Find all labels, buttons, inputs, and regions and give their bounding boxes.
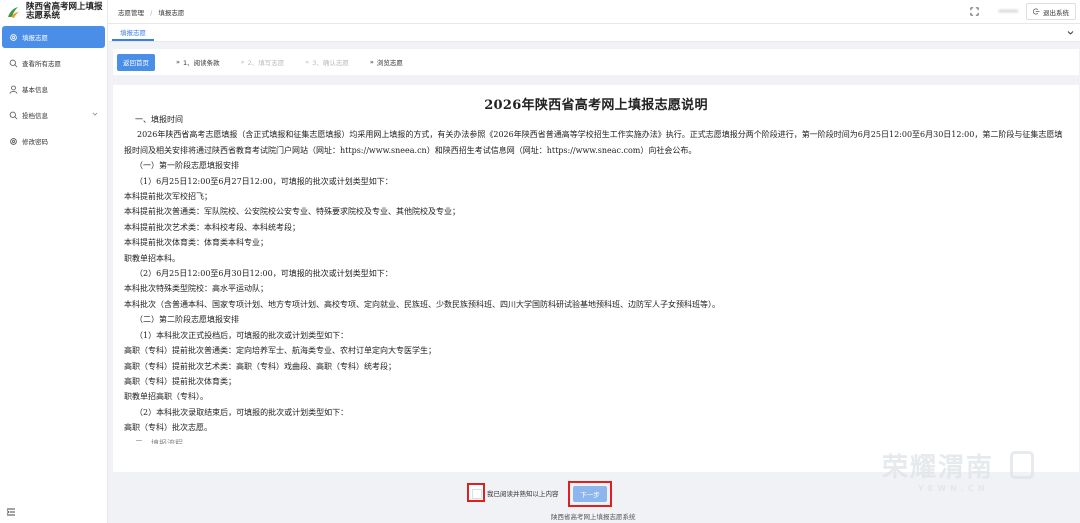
gear-icon (10, 33, 17, 41)
document-line-cut: 二、填报流程 (135, 438, 183, 444)
document-line: 2026年陕西省高考志愿填报（含正式填报和征集志愿填报）均采用网上填报的方式，有… (124, 130, 1063, 155)
document-line: 高职（专科）提前批次普通类：定向培养军士、航海类专业、农村订单定向大专医学生； (124, 346, 436, 356)
document-line: 本科提前批次体育类：体育类本科专业； (124, 238, 268, 248)
step-label: 浏览志愿 (376, 59, 403, 67)
watermark-url: YEWN.CN (918, 484, 989, 493)
step-confirm-volunteer: » 3、确认志愿 (305, 57, 349, 67)
document-line: 本科提前批次艺术类：本科校考段、本科统考段； (124, 222, 300, 232)
document-line: 本科提前批次普通类：军队院校、公安院校公安专业、特殊要求院校及专业、其他院校及专… (124, 207, 460, 217)
document-line: （1）本科批次正式投档后，可填报的批次或计划类型如下： (135, 330, 349, 340)
sidebar-item-basic-info[interactable]: 基本信息 (0, 78, 107, 100)
double-chevron-right-icon: » (176, 58, 180, 66)
gear-icon (10, 137, 17, 145)
app-logo: 陕西省高考网上填报志愿系统 (0, 0, 107, 24)
agree-checkbox[interactable] (467, 483, 485, 502)
double-chevron-right-icon: » (305, 58, 309, 66)
breadcrumb-separator: / (150, 8, 153, 17)
document-line: （1）6月25日12:00至6月27日12:00，可填报的批次或计划类型如下： (135, 176, 393, 186)
collapse-menu-icon[interactable] (6, 507, 16, 517)
search-icon (9, 59, 18, 67)
chevron-down-icon (92, 112, 98, 116)
breadcrumb: 志愿管理 / 填报志愿 (118, 7, 184, 17)
terms-document[interactable]: 2026年陕西省高考网上填报志愿说明 一、填报时间 2026年陕西省高考志愿填报（… (113, 85, 1079, 472)
watermark: 荣耀渭南 YEWN.CN (882, 447, 1042, 499)
agree-row: 我已阅读并熟知以上内容 (467, 483, 559, 502)
step-label: 3、确认志愿 (312, 59, 349, 67)
step-browse-volunteer: » 浏览志愿 (370, 57, 403, 67)
sidebar-nav: 填报志愿 查看所有志愿 基本信息 投档信息 修改密码 (0, 26, 107, 152)
sidebar-item-label: 修改密码 (22, 138, 48, 146)
document-line: （二）第二阶段志愿填报安排 (135, 315, 239, 325)
next-step-button[interactable]: 下一步 (573, 486, 607, 502)
double-chevron-right-icon: » (369, 58, 374, 66)
sidebar-item-label: 投档信息 (22, 112, 48, 120)
sidebar-item-change-password[interactable]: 修改密码 (0, 130, 107, 152)
document-title: 2026年陕西省高考网上填报志愿说明 (484, 98, 708, 113)
logout-button[interactable]: 退出系统 (1026, 3, 1076, 20)
user-icon (9, 85, 18, 94)
document-line: （一）第一阶段志愿填报安排 (135, 161, 239, 171)
document-line: （2）6月25日12:00至6月30日12:00，可填报的批次或计划类型如下： (135, 269, 393, 279)
breadcrumb-item-current: 填报志愿 (158, 8, 185, 17)
tab-bar: 填报志愿 (108, 24, 1080, 42)
document-line: （2）本科批次录取结束后，可填报的批次或计划类型如下： (135, 407, 349, 417)
logout-icon (1033, 8, 1040, 15)
document-line: 本科提前批次军校招飞； (124, 192, 212, 202)
next-button-highlight: 下一步 (568, 481, 612, 507)
watermark-logo-icon (1010, 451, 1034, 479)
document-line: 本科批次特殊类型院校：高水平运动队； (124, 284, 268, 294)
back-home-button[interactable]: 返回首页 (117, 53, 155, 71)
document-line: 职教单招高职（专科）。 (124, 392, 208, 402)
sidebar-item-admission-info[interactable]: 投档信息 (0, 104, 107, 126)
document-line: 职教单招本科。 (124, 253, 180, 263)
double-chevron-right-icon: » (240, 58, 245, 66)
header-actions: ****** 退出系统 (969, 3, 1076, 20)
logout-label: 退出系统 (1043, 8, 1069, 17)
sidebar-item-label: 基本信息 (22, 86, 48, 94)
steps-bar: 返回首页 » 1、阅读条款 » 2、填写志愿 » 3、确认志愿 » 浏览志愿 (113, 49, 1079, 75)
document-line: 高职（专科）提前批次艺术类：高职（专科）戏曲段、高职（专科）统考段； (124, 361, 396, 371)
step-read-terms: » 1、阅读条款 (176, 57, 220, 67)
logo-icon (8, 7, 19, 18)
agree-label[interactable]: 我已阅读并熟知以上内容 (487, 488, 559, 498)
document-line: 高职（专科）批次志愿。 (124, 423, 212, 433)
document-line: 本科批次（含普通本科、国家专项计划、地方专项计划、高校专项、定向就业、民族班、少… (124, 299, 720, 309)
sidebar: 陕西省高考网上填报志愿系统 填报志愿 查看所有志愿 基本信息 投档信息 修改密码 (0, 0, 108, 523)
breadcrumb-item[interactable]: 志愿管理 (118, 9, 144, 17)
user-name: ****** (998, 7, 1019, 16)
sidebar-item-label: 查看所有志愿 (22, 60, 61, 68)
sidebar-item-view-all[interactable]: 查看所有志愿 (0, 52, 107, 74)
watermark-text: 荣耀渭南 (882, 453, 995, 483)
app-title: 陕西省高考网上填报志愿系统 (26, 2, 103, 21)
document-line: 高职（专科）提前批次体育类； (124, 376, 236, 386)
step-label: 2、填写志愿 (247, 59, 285, 67)
footer-system-name: 陕西省高考网上填报志愿系统 (551, 513, 636, 521)
chevron-down-icon[interactable] (1067, 29, 1074, 36)
search-icon (9, 111, 18, 119)
fullscreen-icon[interactable] (969, 7, 979, 16)
step-label: 1、阅读条款 (182, 59, 220, 67)
document-line: 一、填报时间 (135, 115, 183, 124)
sidebar-item-label: 填报志愿 (22, 34, 48, 42)
top-header: 志愿管理 / 填报志愿 ****** 退出系统 (108, 0, 1080, 24)
document-body: 一、填报时间 2026年陕西省高考志愿填报（含正式填报和征集志愿填报）均采用网上填… (113, 112, 1079, 444)
tab-fill-volunteer[interactable]: 填报志愿 (112, 24, 154, 41)
step-fill-volunteer: » 2、填写志愿 (241, 57, 285, 67)
sidebar-item-fill-volunteer[interactable]: 填报志愿 (2, 26, 105, 48)
